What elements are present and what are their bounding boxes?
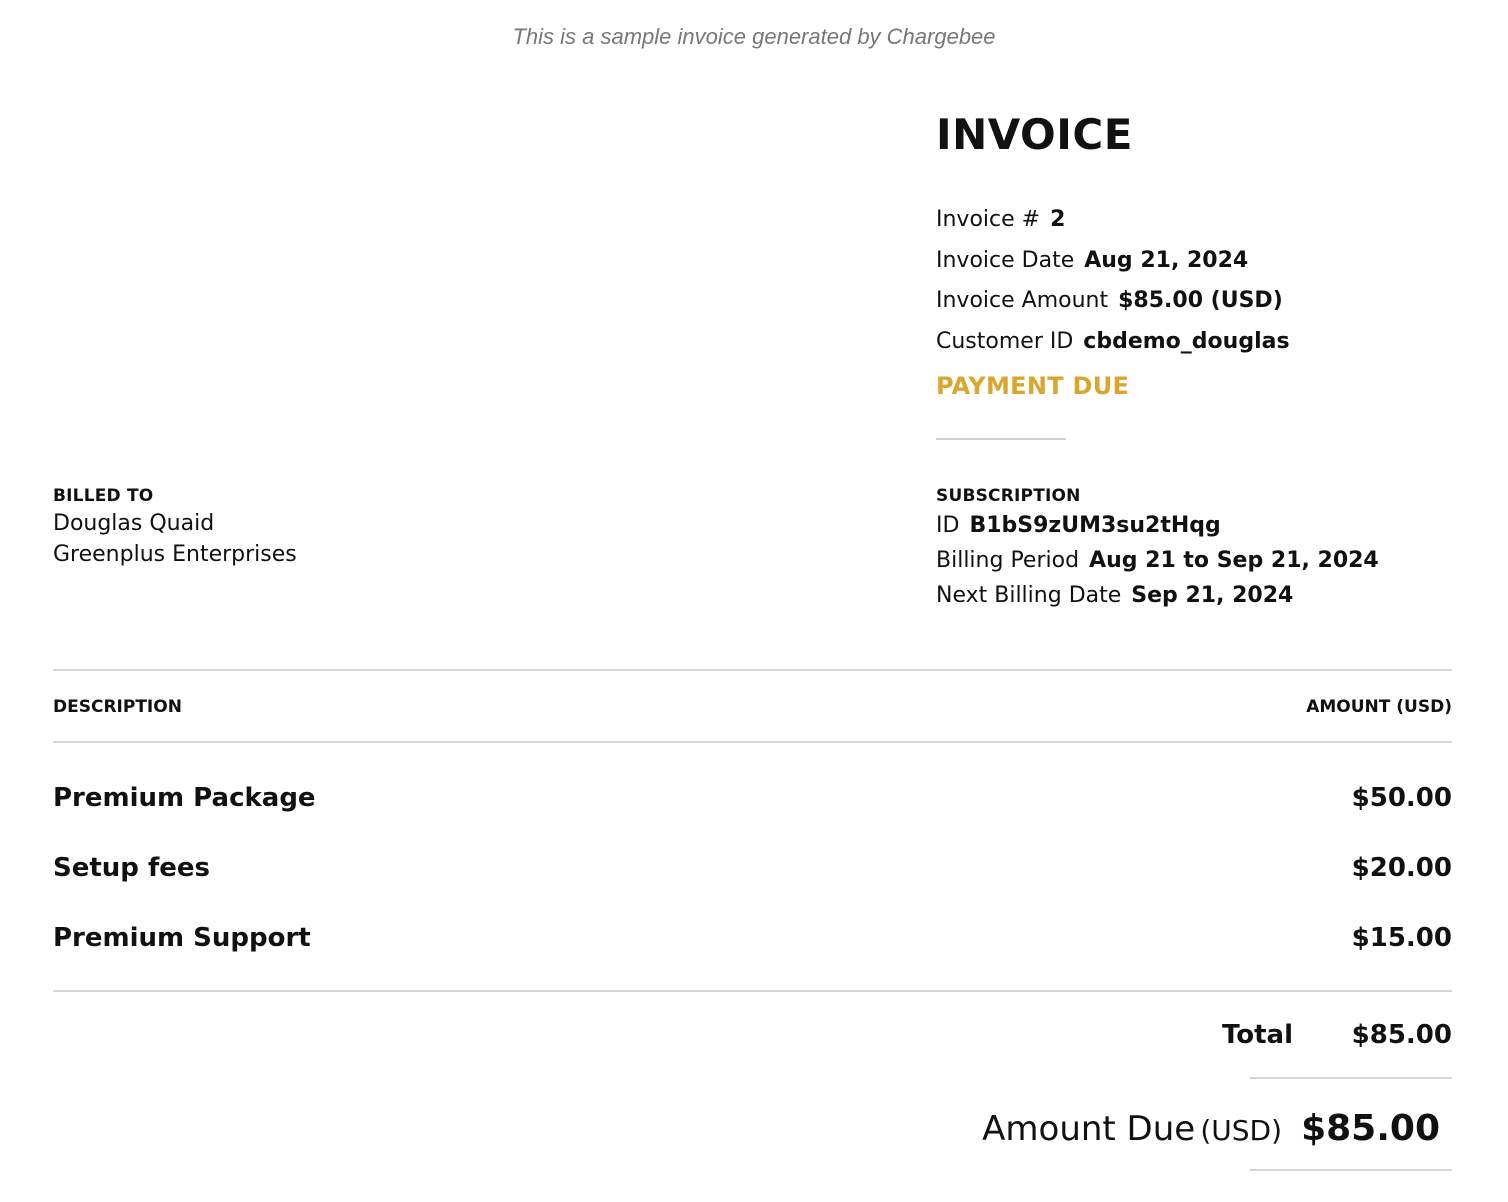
invoice-amount-value: $85.00 (USD) <box>1118 288 1283 313</box>
total-value: $85.00 <box>1351 1020 1452 1050</box>
invoice-title: INVOICE <box>936 110 1133 159</box>
billing-period-value: Aug 21 to Sep 21, 2024 <box>1089 548 1379 573</box>
invoice-number-row: Invoice # 2 <box>936 204 1290 245</box>
amount-due-divider <box>1250 1169 1452 1171</box>
description-column-header: DESCRIPTION <box>53 697 182 717</box>
line-item-description: Premium Package <box>53 783 316 813</box>
sample-invoice-note: This is a sample invoice generated by Ch… <box>512 24 996 49</box>
line-item-row: Setup fees $20.00 <box>53 848 1452 888</box>
invoice-date-row: Invoice Date Aug 21, 2024 <box>936 245 1290 286</box>
amount-due-value: $85.00 <box>1301 1108 1440 1149</box>
line-item-amount: $20.00 <box>1351 853 1452 883</box>
billed-to-heading: BILLED TO <box>53 486 154 506</box>
billing-period-row: Billing Period Aug 21 to Sep 21, 2024 <box>936 543 1379 578</box>
subscription-id-value: B1bS9zUM3su2tHqg <box>969 513 1221 538</box>
total-label: Total <box>1221 1020 1293 1050</box>
status-divider <box>936 438 1066 440</box>
line-item-amount: $15.00 <box>1351 923 1452 953</box>
billed-to-company: Greenplus Enterprises <box>53 542 297 567</box>
billing-period-label: Billing Period <box>936 548 1080 573</box>
invoice-amount-row: Invoice Amount $85.00 (USD) <box>936 285 1290 326</box>
billed-to-name: Douglas Quaid <box>53 511 215 536</box>
table-top-divider <box>53 669 1452 671</box>
next-billing-row: Next Billing Date Sep 21, 2024 <box>936 578 1379 613</box>
customer-id-row: Customer ID cbdemo_douglas <box>936 326 1290 367</box>
table-header-divider <box>53 741 1452 743</box>
next-billing-value: Sep 21, 2024 <box>1131 583 1294 608</box>
next-billing-label: Next Billing Date <box>936 583 1122 608</box>
invoice-date-label: Invoice Date <box>936 247 1075 273</box>
items-bottom-divider <box>53 990 1452 992</box>
line-item-description: Premium Support <box>53 923 311 953</box>
invoice-number-label: Invoice # <box>936 207 1041 232</box>
customer-id-label: Customer ID <box>936 328 1074 354</box>
subscription-heading: SUBSCRIPTION <box>936 486 1081 506</box>
amount-due-unit: (USD) <box>1200 1114 1282 1147</box>
invoice-number-value: 2 <box>1050 207 1066 232</box>
invoice-meta: Invoice # 2 Invoice Date Aug 21, 2024 Invo… <box>936 204 1290 366</box>
amount-column-header: AMOUNT (USD) <box>1306 697 1452 717</box>
customer-id-value: cbdemo_douglas <box>1083 328 1290 354</box>
payment-status-badge: PAYMENT DUE <box>936 372 1130 400</box>
total-divider <box>1250 1077 1452 1079</box>
subscription-id-row: ID B1bS9zUM3su2tHqg <box>936 508 1379 543</box>
line-item-row: Premium Support $15.00 <box>53 918 1452 958</box>
subscription-section: SUBSCRIPTION ID B1bS9zUM3su2tHqg Billing … <box>936 486 1379 613</box>
invoice-date-value: Aug 21, 2024 <box>1084 247 1249 273</box>
line-item-row: Premium Package $50.00 <box>53 778 1452 818</box>
invoice-amount-label: Invoice Amount <box>936 288 1109 313</box>
subscription-id-label: ID <box>936 513 960 538</box>
amount-due-label-group: Amount Due (USD) <box>982 1104 1282 1154</box>
line-item-description: Setup fees <box>53 853 211 883</box>
amount-due-label: Amount Due <box>982 1109 1196 1149</box>
billed-to-section: BILLED TO Douglas Quaid Greenplus Enterp… <box>53 486 297 570</box>
line-item-amount: $50.00 <box>1351 783 1452 813</box>
amount-due-value-group: $85.00 <box>1301 1104 1440 1154</box>
